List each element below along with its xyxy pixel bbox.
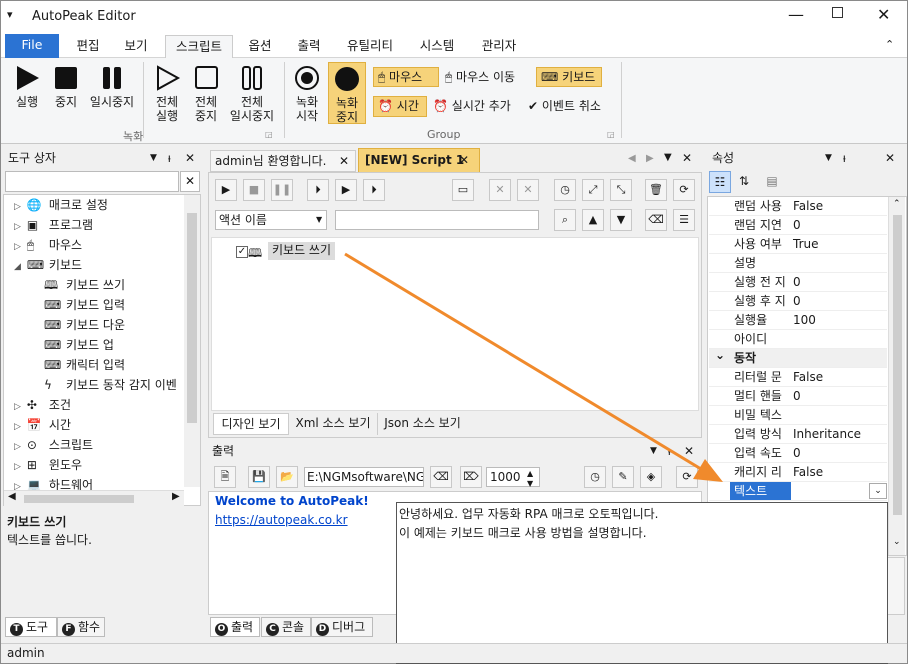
annotation-arrow [344,252,723,482]
app-window: ▾ AutoPeak Editor — ✕ File 편집 보기 스크립트 옵션… [0,0,908,664]
